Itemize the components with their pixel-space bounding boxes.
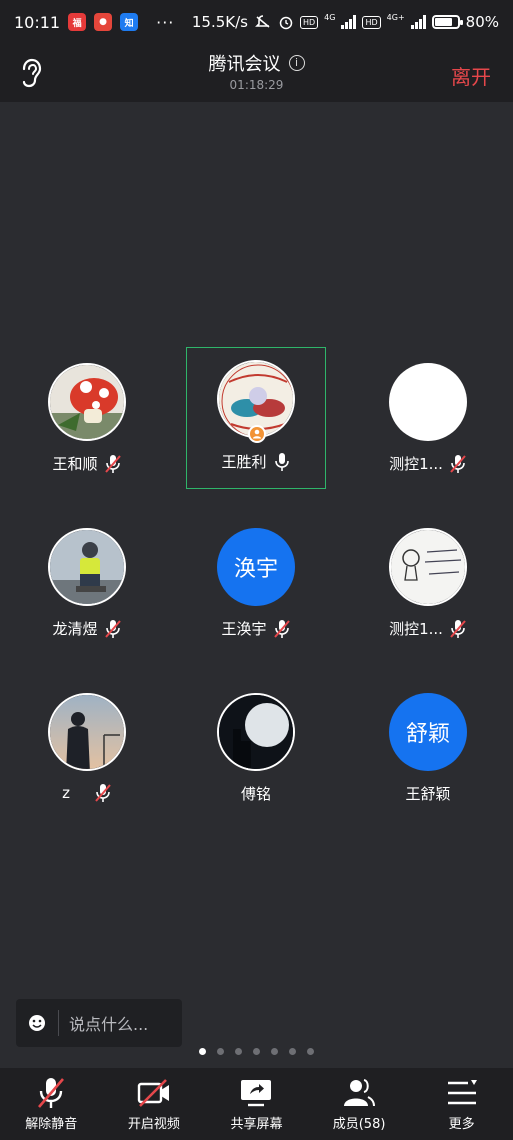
participant-name: 测控1... <box>389 620 443 638</box>
network-speed: 15.5K/s <box>191 13 248 31</box>
avatar-image <box>50 365 124 439</box>
more-button[interactable]: 更多 <box>410 1068 513 1140</box>
battery-percent: 80% <box>465 13 499 31</box>
more-label: 更多 <box>448 1117 475 1132</box>
page-dot[interactable] <box>253 1048 260 1055</box>
share-screen-button[interactable]: 共享屏幕 <box>205 1068 308 1140</box>
page-dot[interactable] <box>289 1048 296 1055</box>
more-notifications-icon: ··· <box>156 12 175 32</box>
members-icon <box>344 1079 376 1107</box>
participant-name: z <box>62 784 70 802</box>
avatar-image <box>219 695 293 769</box>
meeting-title: 腾讯会议 <box>208 54 281 75</box>
participant-tile[interactable]: 测控1... <box>358 515 498 657</box>
avatar-image <box>391 530 465 604</box>
participant-name: 王涣宇 <box>221 620 267 638</box>
avatar: 舒颖 <box>389 693 467 771</box>
chat-divider <box>58 1010 59 1036</box>
participant-name: 王胜利 <box>221 453 267 471</box>
app2-icon: ● <box>94 13 113 31</box>
participant-name: 傅铭 <box>240 785 271 803</box>
avatar <box>48 363 126 441</box>
participant-name: 王和顺 <box>52 455 98 473</box>
mic-muted-icon <box>38 1078 65 1108</box>
participant-name: 测控1... <box>389 455 443 473</box>
members-label: 成员(58) <box>332 1117 386 1132</box>
unmute-label: 解除静音 <box>25 1117 78 1132</box>
signal-icon-2 <box>410 15 426 29</box>
status-bar: 10:11 福 ● 知 ··· 15.5K/s HD 4G HD 4G+ 80% <box>0 0 513 44</box>
avatar-image <box>50 695 124 769</box>
mic-muted-icon <box>450 619 466 638</box>
page-dot[interactable] <box>217 1048 224 1055</box>
network-type: 4G <box>324 12 336 22</box>
page-dot[interactable] <box>199 1048 206 1055</box>
members-button[interactable]: 成员(58) <box>308 1068 411 1140</box>
vibrate-off-icon <box>255 15 270 28</box>
mic-muted-icon <box>450 454 466 473</box>
participant-tile[interactable]: z <box>17 680 157 822</box>
participant-tile[interactable]: 傅铭 <box>186 680 326 822</box>
mic-muted-icon <box>104 619 121 638</box>
participant-name: 王舒颖 <box>405 785 451 803</box>
avatar <box>389 363 467 441</box>
hd-badge-2: HD <box>362 15 381 29</box>
signal-icon <box>341 15 357 29</box>
avatar: 涣宇 <box>217 528 295 606</box>
chat-placeholder: 说点什么... <box>69 1015 149 1034</box>
avatar-image <box>50 530 124 604</box>
zhihu-icon: 知 <box>120 13 139 31</box>
participant-tile[interactable]: 王和顺 <box>17 350 157 492</box>
start-video-label: 开启视频 <box>127 1117 180 1132</box>
app1-icon: 福 <box>68 13 87 31</box>
chat-input[interactable]: 说点什么... <box>16 999 182 1047</box>
mic-muted-icon <box>104 454 121 473</box>
participant-tile-speaking[interactable]: 王胜利 <box>186 347 326 489</box>
network-type-2: 4G+ <box>386 12 405 22</box>
meeting-timer: 01:18:29 <box>229 78 284 92</box>
unmute-button[interactable]: 解除静音 <box>0 1068 103 1140</box>
emoji-icon[interactable] <box>28 1014 46 1032</box>
participant-tile[interactable]: 舒颖 王舒颖 <box>358 680 498 822</box>
page-dot[interactable] <box>235 1048 242 1055</box>
avatar <box>217 693 295 771</box>
avatar <box>48 528 126 606</box>
start-video-button[interactable]: 开启视频 <box>103 1068 206 1140</box>
hd-badge: HD <box>299 15 319 29</box>
video-off-icon <box>137 1079 169 1107</box>
leave-button[interactable]: 离开 <box>451 61 491 90</box>
status-time: 10:11 <box>14 12 61 32</box>
page-dot[interactable] <box>307 1048 314 1055</box>
alarm-icon <box>279 16 293 30</box>
meeting-screen: 10:11 福 ● 知 ··· 15.5K/s HD 4G HD 4G+ 80% <box>0 0 513 1140</box>
mic-muted-icon <box>273 619 290 638</box>
bottom-toolbar: 解除静音 开启视频 共享屏幕 成员(58) 更多 <box>0 1068 513 1140</box>
avatar <box>48 693 126 771</box>
participant-name: 龙清煜 <box>52 620 98 638</box>
mic-active-icon <box>274 452 289 471</box>
participant-tile[interactable]: 测控1... <box>358 350 498 492</box>
participant-tile[interactable]: 涣宇 王涣宇 <box>186 515 326 657</box>
info-icon[interactable]: i <box>288 55 305 71</box>
participant-tile[interactable]: 龙清煜 <box>17 515 157 657</box>
host-icon <box>248 425 266 443</box>
avatar <box>389 528 467 606</box>
page-indicator <box>0 1048 513 1055</box>
mic-muted-icon <box>95 784 111 802</box>
share-screen-label: 共享屏幕 <box>230 1117 283 1132</box>
battery-icon <box>431 15 463 29</box>
meeting-header: 腾讯会议 i 01:18:29 离开 <box>0 44 513 102</box>
page-dot[interactable] <box>271 1048 278 1055</box>
share-screen-icon <box>241 1080 272 1107</box>
more-menu-icon <box>447 1080 477 1105</box>
